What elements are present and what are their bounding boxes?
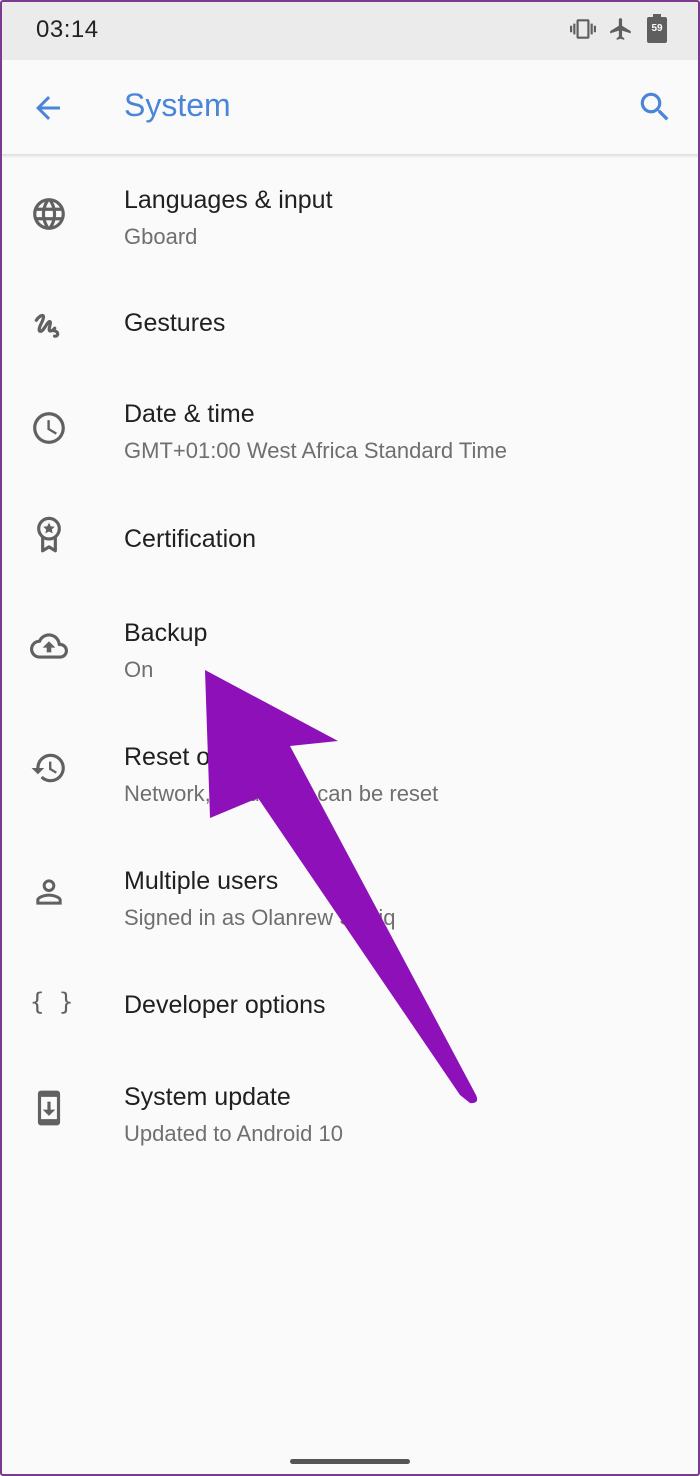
- item-title: Backup: [124, 619, 208, 647]
- settings-item-date-time[interactable]: Date & time GMT+01:00 West Africa Standa…: [0, 372, 700, 494]
- clock-icon: [30, 409, 68, 447]
- gesture-navigation-handle[interactable]: [290, 1459, 410, 1464]
- item-subtitle: Gboard: [124, 224, 198, 249]
- app-bar: System: [0, 60, 700, 154]
- certification-badge-icon: [30, 514, 68, 553]
- status-icons: 59: [570, 14, 668, 44]
- item-subtitle: Signed in as Olanrew Sodiq: [124, 905, 396, 930]
- settings-item-reset[interactable]: Reset o Network, ap device can be reset: [0, 713, 700, 837]
- item-title: System update: [124, 1083, 291, 1111]
- battery-level: 59: [651, 23, 663, 34]
- settings-item-languages[interactable]: Languages & input Gboard: [0, 154, 700, 278]
- globe-icon: [30, 195, 68, 233]
- item-subtitle: On: [124, 657, 154, 682]
- item-title: Multiple users: [124, 867, 279, 895]
- arrow-back-icon[interactable]: [30, 90, 66, 131]
- item-title: Developer options: [124, 991, 326, 1019]
- settings-item-multiple-users[interactable]: Multiple users Signed in as Olanrew Sodi…: [0, 837, 700, 961]
- search-icon[interactable]: [636, 88, 674, 131]
- gesture-icon: [30, 306, 68, 344]
- settings-item-backup[interactable]: Backup On: [0, 589, 700, 713]
- airplane-mode-icon: [608, 16, 634, 42]
- code-braces-icon: { }: [30, 988, 74, 1016]
- page-title: System: [124, 87, 231, 123]
- person-icon: [30, 873, 68, 911]
- item-subtitle: GMT+01:00 West Africa Standard Time: [124, 438, 507, 463]
- item-subtitle: Updated to Android 10: [124, 1121, 343, 1146]
- settings-list: Languages & input Gboard Gestures Date &…: [0, 154, 700, 1179]
- item-subtitle: Network, ap device can be reset: [124, 781, 439, 806]
- cloud-upload-icon: [30, 627, 68, 665]
- settings-item-certification[interactable]: Certification: [0, 494, 700, 589]
- settings-item-system-update[interactable]: System update Updated to Android 10: [0, 1055, 700, 1179]
- status-time: 03:14: [36, 16, 99, 43]
- settings-item-gestures[interactable]: Gestures: [0, 278, 700, 372]
- battery-icon: 59: [646, 14, 668, 44]
- item-title: Date & time: [124, 400, 255, 428]
- item-title: Gestures: [124, 309, 226, 337]
- item-title: Certification: [124, 525, 256, 553]
- item-title: Reset o: [124, 743, 211, 771]
- settings-item-developer-options[interactable]: { } Developer options: [0, 961, 700, 1055]
- vibrate-icon: [570, 16, 596, 42]
- item-title: Languages & input: [124, 186, 333, 214]
- system-update-icon: [30, 1089, 68, 1127]
- history-icon: [30, 749, 68, 787]
- status-bar: 03:14 59: [0, 0, 700, 60]
